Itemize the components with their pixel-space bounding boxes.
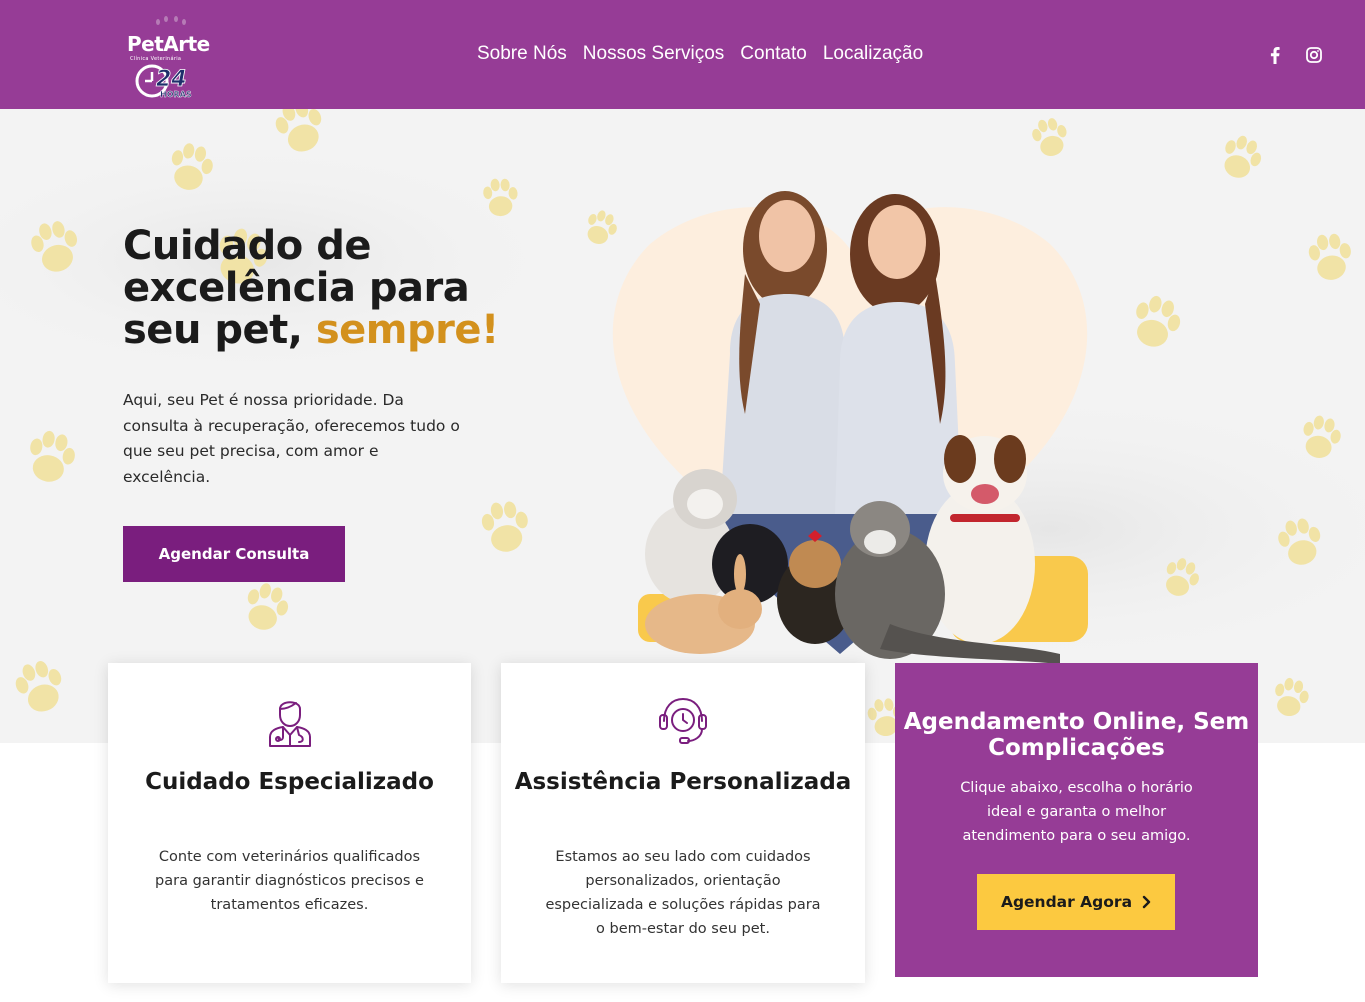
agendar-agora-button[interactable]: Agendar Agora <box>977 874 1175 930</box>
card-text: Conte com veterinários qualificados para… <box>155 849 424 913</box>
petarte-logo[interactable]: PetArte Clínica Veterinária 24 HORAS <box>122 14 222 100</box>
badge-hours-text: HORAS <box>160 90 192 99</box>
nav-link-servicos[interactable]: Nossos Serviços <box>575 39 733 69</box>
card-title: Cuidado Especializado <box>145 769 434 795</box>
instagram-icon[interactable] <box>1304 44 1324 66</box>
facebook-icon[interactable] <box>1265 44 1285 66</box>
booking-title: Agendamento Online, Sem Complicações <box>903 709 1250 761</box>
logo-brand-text: PetArte <box>127 32 210 56</box>
card-agendamento-online: Agendamento Online, Sem Complicações Cli… <box>895 663 1258 977</box>
nav-link-contato[interactable]: Contato <box>732 39 815 69</box>
headset-clock-icon <box>659 698 707 744</box>
nav-link-sobre-nos[interactable]: Sobre Nós <box>469 39 575 69</box>
card-assistencia-personalizada: Assistência Personalizada Estamos ao seu… <box>501 663 865 983</box>
hero-description: Aqui, seu Pet é nossa prioridade. Da con… <box>123 391 460 486</box>
card-cuidado-especializado: Cuidado Especializado Conte com veteriná… <box>108 663 471 983</box>
card-title: Assistência Personalizada <box>514 769 852 795</box>
nav-link-localizacao[interactable]: Localização <box>815 39 931 69</box>
booking-text: Clique abaixo, escolha o horário ideal e… <box>960 780 1193 844</box>
paw-marks-icon <box>156 16 186 25</box>
main-nav: Sobre Nós Nossos Serviços Contato Locali… <box>469 39 931 69</box>
badge-number: 24 <box>156 67 187 92</box>
24-hours-badge: 24 HORAS <box>135 64 192 99</box>
hero-title-accent: sempre! <box>315 307 499 353</box>
site-header: PetArte Clínica Veterinária 24 HORAS Sob… <box>0 0 1365 109</box>
card-text: Estamos ao seu lado com cuidados persona… <box>545 849 821 937</box>
agendar-agora-label: Agendar Agora <box>1000 893 1133 911</box>
hero-title: Cuidado de excelência para seu pet, semp… <box>123 225 543 351</box>
hero-section: Cuidado de excelência para seu pet, semp… <box>0 109 1365 743</box>
agendar-consulta-button[interactable]: Agendar Consulta <box>123 526 345 582</box>
vets-with-pets-image <box>612 191 1088 664</box>
veterinarian-icon <box>268 701 311 747</box>
chevron-right-icon <box>1142 895 1151 909</box>
